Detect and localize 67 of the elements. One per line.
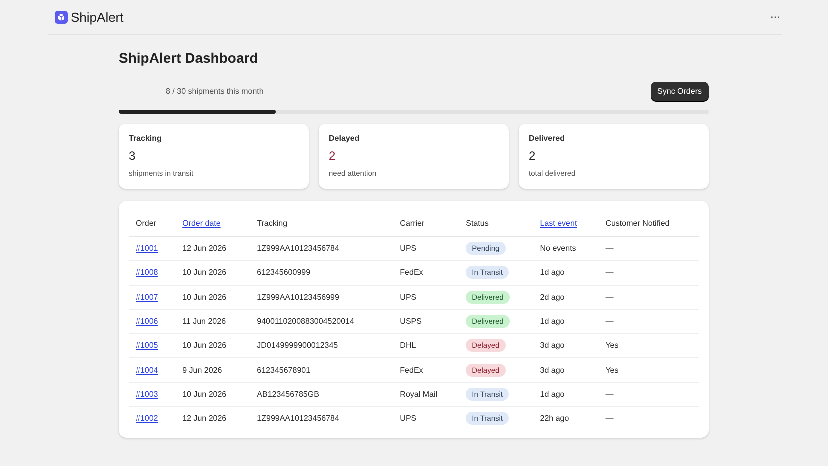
stat-label: Delayed xyxy=(329,134,361,143)
stat-value: 2 xyxy=(329,149,337,163)
table-cell: 612345678901 xyxy=(257,366,311,375)
column-header: Order xyxy=(136,219,156,228)
column-header: Tracking xyxy=(257,219,288,228)
table-cell: 3d ago xyxy=(540,341,565,350)
table-cell: Yes xyxy=(606,366,619,375)
table-cell: — xyxy=(606,390,614,399)
column-header: Status xyxy=(466,219,489,228)
table-cell: FedEx xyxy=(400,366,424,375)
table-cell: DHL xyxy=(400,341,416,350)
table-cell: 10 Jun 2026 xyxy=(182,292,227,302)
order-link[interactable]: #1008 xyxy=(136,268,158,278)
usage-text: 8 / 30 shipments this month xyxy=(165,87,264,96)
table-cell: UPS xyxy=(400,414,417,424)
table-cell: 11 Jun 2026 xyxy=(182,317,226,326)
table-cell: Yes xyxy=(606,341,619,350)
table-cell: 9 Jun 2026 xyxy=(182,366,222,375)
order-link[interactable]: #1005 xyxy=(136,341,158,350)
table-cell: 3d ago xyxy=(540,366,565,375)
table-cell: FedEx xyxy=(400,268,424,278)
table-cell: JD0149999900012345 xyxy=(257,341,338,350)
table-cell: Royal Mail xyxy=(400,390,438,399)
order-link[interactable]: #1006 xyxy=(136,317,158,326)
sortable-column-header[interactable]: Last event xyxy=(540,219,578,228)
column-header: Customer Notified xyxy=(606,219,670,228)
table-cell: 2d ago xyxy=(540,292,565,302)
sync-orders-button[interactable]: Sync Orders xyxy=(650,82,709,101)
table-cell: AB123456785GB xyxy=(257,390,320,399)
table-cell: No events xyxy=(540,244,576,254)
sortable-column-header[interactable]: Order date xyxy=(182,219,221,228)
table-cell: 10 Jun 2026 xyxy=(182,390,227,399)
table-cell: 1Z999AA10123456784 xyxy=(257,414,340,424)
table-cell: 22h ago xyxy=(540,414,570,424)
table-cell: UPS xyxy=(400,292,417,302)
table-cell: UPS xyxy=(400,244,417,254)
order-link[interactable]: #1001 xyxy=(136,244,158,254)
table-cell: 12 Jun 2026 xyxy=(182,414,227,424)
table-cell: 612345600999 xyxy=(257,268,311,278)
order-link[interactable]: #1007 xyxy=(136,292,158,302)
table-cell: — xyxy=(606,244,614,254)
stat-label: Delivered xyxy=(529,134,566,143)
logo-icon xyxy=(55,10,68,24)
table-cell: — xyxy=(606,414,614,424)
table-cell: USPS xyxy=(400,317,422,326)
table-cell: 1d ago xyxy=(540,390,565,399)
table-cell: 10 Jun 2026 xyxy=(182,341,227,350)
more-menu-button[interactable]: ··· xyxy=(768,11,782,23)
table-cell: 1d ago xyxy=(540,268,565,278)
table-cell: 1Z999AA10123456999 xyxy=(257,292,340,302)
order-link[interactable]: #1004 xyxy=(136,366,158,375)
table-cell: — xyxy=(606,268,614,278)
stat-value: 2 xyxy=(529,149,537,163)
table-cell: — xyxy=(606,317,614,326)
stat-value: 3 xyxy=(129,149,137,163)
table-cell: 1Z999AA10123456784 xyxy=(257,244,340,254)
table-cell: 1d ago xyxy=(540,317,565,326)
table-cell: 9400110200883004520014 xyxy=(257,317,354,326)
table-cell: 10 Jun 2026 xyxy=(182,268,227,278)
page-title: ShipAlert Dashboard xyxy=(119,50,260,67)
order-link[interactable]: #1003 xyxy=(136,390,158,399)
table-cell: 12 Jun 2026 xyxy=(182,244,227,254)
order-link[interactable]: #1002 xyxy=(136,414,158,424)
stat-label: Tracking xyxy=(129,134,163,143)
column-header: Carrier xyxy=(400,219,425,228)
table-cell: — xyxy=(606,292,614,302)
app-name: ShipAlert xyxy=(71,10,124,24)
